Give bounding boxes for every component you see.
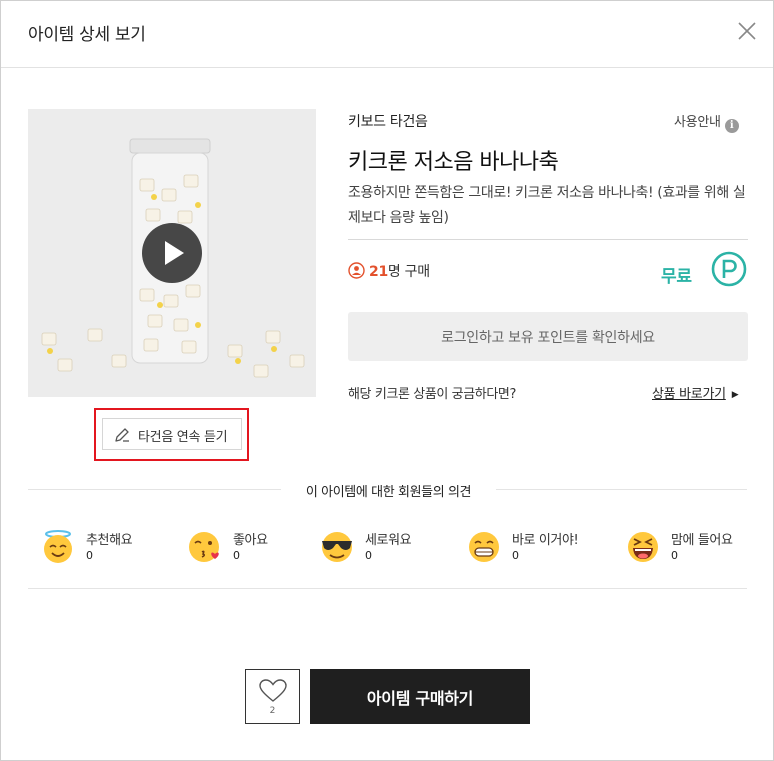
product-image xyxy=(28,109,316,397)
listen-button-label: 타건음 연속 듣기 xyxy=(138,430,228,445)
play-button[interactable] xyxy=(142,223,202,283)
product-goto-link[interactable]: 상품 바로가기 ▶ xyxy=(652,383,739,402)
reaction-this-is-it[interactable]: 바로 이거야! 0 xyxy=(466,528,616,572)
purchase-count-suffix: 명 구매 xyxy=(387,264,430,280)
reaction-like[interactable]: 좋아요 0 xyxy=(187,528,337,572)
kiss-emoji-icon xyxy=(189,532,219,562)
heart-icon xyxy=(259,679,287,702)
opinions-title: 이 아이템에 대한 회원들의 의견 xyxy=(305,485,472,500)
laugh-emoji-icon xyxy=(628,532,658,562)
price-label: 무료 xyxy=(661,267,692,287)
close-button[interactable] xyxy=(735,19,759,43)
listen-continuous-button[interactable]: 타건음 연속 듣기 xyxy=(102,418,242,450)
info-icon: i xyxy=(724,119,739,133)
reaction-label: 맘에 들어요 xyxy=(671,533,733,548)
purchase-count: 21명 구매 xyxy=(348,261,430,281)
usage-guide-link[interactable]: 사용안내 i xyxy=(674,111,739,133)
usage-guide-label: 사용안내 xyxy=(674,115,721,130)
user-icon xyxy=(348,262,365,279)
item-detail-modal: 아이템 상세 보기 타건음 연속 듣기 키보드 타건음 사용안내 i 키크론 저… xyxy=(0,0,774,761)
reaction-count: 0 xyxy=(671,549,678,562)
like-count: 2 xyxy=(269,706,276,716)
reaction-count: 0 xyxy=(86,549,93,562)
reaction-count: 0 xyxy=(512,549,519,562)
login-bar-label: 로그인하고 보유 포인트를 확인하세요 xyxy=(441,330,655,346)
product-description: 조용하지만 쫀득함은 그대로! 키크론 저소음 바나나축! (효과를 위해 실제… xyxy=(348,185,746,226)
angel-emoji-icon xyxy=(44,530,72,563)
buy-button-label: 아이템 구매하기 xyxy=(366,689,474,708)
sunglasses-emoji-icon xyxy=(322,532,352,562)
reaction-label: 바로 이거야! xyxy=(512,533,579,548)
opinion-divider-bottom xyxy=(28,588,747,589)
reaction-count: 0 xyxy=(233,549,240,562)
reaction-label: 추천해요 xyxy=(86,533,133,548)
reaction-count: 0 xyxy=(365,549,372,562)
pencil-icon xyxy=(115,428,129,442)
buy-item-button[interactable]: 아이템 구매하기 xyxy=(310,669,530,724)
login-check-points-button[interactable]: 로그인하고 보유 포인트를 확인하세요 xyxy=(348,312,748,361)
point-icon xyxy=(711,251,747,287)
opinion-divider-right xyxy=(496,489,747,490)
reaction-new[interactable]: 세로워요 0 xyxy=(319,528,469,572)
product-title: 키크론 저소음 바나나축 xyxy=(348,150,559,175)
product-question-text: 해당 키크론 상품이 궁금하다면? xyxy=(348,387,516,402)
reaction-love-it[interactable]: 맘에 들어요 0 xyxy=(625,528,774,572)
info-divider xyxy=(348,239,748,240)
close-icon xyxy=(738,22,756,40)
product-goto-label: 상품 바로가기 xyxy=(652,387,726,402)
like-button[interactable]: 2 xyxy=(245,669,300,724)
modal-header: 아이템 상세 보기 xyxy=(1,1,773,68)
reaction-label: 세로워요 xyxy=(365,533,412,548)
purchase-count-number: 21 xyxy=(369,264,388,280)
reaction-recommend[interactable]: 추천해요 0 xyxy=(40,528,190,572)
play-icon xyxy=(165,241,184,265)
opinion-divider-left xyxy=(28,489,281,490)
triangle-right-icon: ▶ xyxy=(731,390,739,400)
reaction-label: 좋아요 xyxy=(233,533,268,548)
modal-title: 아이템 상세 보기 xyxy=(28,25,146,45)
product-category: 키보드 타건음 xyxy=(348,114,428,130)
grin-emoji-icon xyxy=(469,532,499,562)
